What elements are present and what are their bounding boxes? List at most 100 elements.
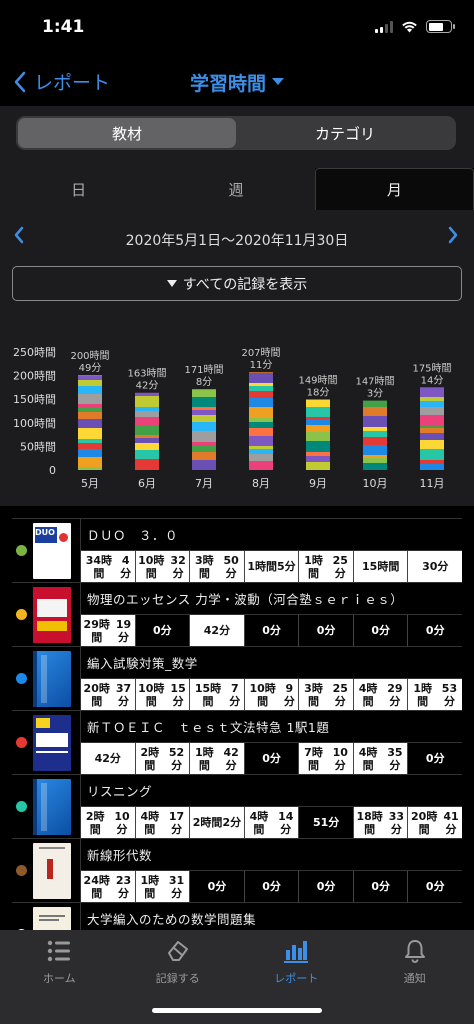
material-title: リスニング <box>87 784 153 800</box>
time-hours: 20時間 <box>411 809 438 836</box>
time-hours: 0分 <box>316 624 336 638</box>
monthly-time-cells: 42分 2時間 52分 1時間 42分 0分 7時間 10分 4時間 35分 0分 <box>81 742 462 774</box>
time-hours: 4時間 <box>249 809 269 836</box>
month-time-cell: 2時間 10分 <box>81 807 135 838</box>
time-minutes: 42分 <box>223 745 239 772</box>
segment-category[interactable]: カテゴリ <box>236 118 454 148</box>
bar-segment <box>420 433 444 440</box>
month-time-cell: 1時間 31分 <box>134 871 190 902</box>
bar-total-label: 14分 <box>421 374 444 386</box>
bar-segment <box>420 449 444 460</box>
list-item[interactable]: 新ＴＯＥＩＣ ｔｅｓｔ文法特急 1駅1題 42分 2時間 52分 1時間 42分 0分 7時間… <box>12 711 462 775</box>
tab-notifications[interactable]: 通知 <box>356 930 474 1024</box>
month-time-cell: 30分 <box>407 551 462 582</box>
y-tick-label: 100時間 <box>13 417 56 430</box>
time-minutes: 5分 <box>277 560 296 574</box>
month-time-cell: 1時間 5分 <box>243 551 299 582</box>
time-hours: 15時間 <box>362 560 400 574</box>
signal-icon <box>375 20 393 33</box>
bar-segment <box>363 437 387 445</box>
bar-segment <box>249 372 273 373</box>
bar-segment <box>78 467 102 470</box>
bar-segment <box>78 376 102 380</box>
month-time-cell: 4時間 17分 <box>134 807 190 838</box>
bar-segment <box>363 400 387 407</box>
month-time-cell: 1時間 42分 <box>189 743 244 774</box>
month-time-cell: 0分 <box>134 615 190 646</box>
time-hours: 10時間 <box>138 681 165 708</box>
bar-segment <box>249 391 273 398</box>
time-hours: 7時間 <box>304 745 323 772</box>
book-cover-image <box>33 714 71 771</box>
y-tick-label: 200時間 <box>13 370 56 383</box>
month-time-cell: 0分 <box>407 615 462 646</box>
list-item[interactable]: リスニング 2時間 10分 4時間 17分 2時間 2分 4時間 14分 51分 18時間 33分 20… <box>12 775 462 839</box>
month-time-cell: 18時間 33分 <box>352 807 408 838</box>
book-cover-image <box>33 586 71 643</box>
bar-segment <box>249 383 273 386</box>
date-range-row: 2020年5月1日〜2020年11月30日 <box>0 210 474 266</box>
time-hours: 0分 <box>425 752 445 766</box>
time-hours: 0分 <box>153 624 172 638</box>
materials-list[interactable]: DUO ＤＵＯ ３．０ 34時間 4分 10時間 32分 3時間 50分 1時間 5分 1時間 25分… <box>12 518 462 930</box>
time-hours: 42分 <box>94 752 121 766</box>
x-tick-label: 8月 <box>252 477 270 490</box>
bar-segment <box>78 375 102 376</box>
time-hours: 0分 <box>262 880 281 894</box>
material-title: 新ＴＯＥＩＣ ｔｅｓｔ文法特急 1駅1題 <box>87 720 330 736</box>
bar-segment <box>420 407 444 415</box>
bar-segment <box>420 460 444 464</box>
title-dropdown[interactable]: 学習時間 <box>0 69 474 96</box>
bar-segment <box>363 431 387 437</box>
color-dot <box>16 737 27 748</box>
page-title: 学習時間 <box>189 73 266 95</box>
month-time-cell: 0分 <box>298 615 353 646</box>
time-minutes: 25分 <box>332 553 348 580</box>
bar-total-label: 149時間 <box>298 375 337 387</box>
list-item[interactable]: 物理のエッセンス 力学・波動（河合塾ｓｅｒｉｅｓ） 29時間 19分 0分 42分 0分 0… <box>12 583 462 647</box>
y-tick-label: 50時間 <box>20 440 56 453</box>
month-time-cell: 42分 <box>81 743 135 774</box>
bar-segment <box>249 407 273 418</box>
list-item[interactable]: DUO ＤＵＯ ３．０ 34時間 4分 10時間 32分 3時間 50分 1時間 5分 1時間 25分… <box>12 519 462 583</box>
book-cover-image <box>33 778 71 835</box>
bar-segment <box>135 459 159 470</box>
time-minutes: 19分 <box>115 617 132 644</box>
segment-materials[interactable]: 教材 <box>18 118 236 148</box>
color-dot <box>16 865 27 876</box>
time-hours: 1時間 <box>304 553 323 580</box>
bar-segment <box>78 428 102 439</box>
time-minutes: 23分 <box>115 873 132 900</box>
bar-segment <box>135 450 159 459</box>
show-all-records-button[interactable]: すべての記録を表示 <box>12 266 462 301</box>
bar-segment <box>306 441 330 452</box>
bar-segment <box>135 396 159 407</box>
bar-segment <box>135 392 159 396</box>
month-time-cell: 0分 <box>407 743 462 774</box>
month-time-cell: 0分 <box>243 615 299 646</box>
x-tick-label: 5月 <box>81 477 99 490</box>
month-time-cell: 0分 <box>352 871 408 902</box>
material-detail: 新線形代数 24時間 23分 1時間 31分 0分 0分 0分 0分 0分 <box>80 839 462 902</box>
time-hours: 29時間 <box>83 617 110 644</box>
month-time-cell: 10時間 32分 <box>134 551 190 582</box>
stacked-bar-chart: 050時間100時間150時間200時間250時間5月200時間49分6月163… <box>13 346 452 490</box>
month-time-cell: 10時間 15分 <box>134 679 190 710</box>
tab-week[interactable]: 週 <box>157 168 315 210</box>
x-tick-label: 9月 <box>309 477 327 490</box>
list-item[interactable]: 大学編入のための数学問題集 <box>12 903 462 930</box>
tab-home[interactable]: ホーム <box>0 930 119 1024</box>
time-minutes: 53分 <box>441 681 458 708</box>
list-item[interactable]: 編入試験対策_数学 20時間 37分 10時間 15分 15時間 7分 10時間 9分 3時間 25… <box>12 647 462 711</box>
tab-month[interactable]: 月 <box>314 168 474 210</box>
time-minutes: 31分 <box>168 873 185 900</box>
bar-segment <box>363 455 387 458</box>
next-period-button[interactable] <box>448 226 458 244</box>
material-marker <box>12 839 80 902</box>
list-item[interactable]: 新線形代数 24時間 23分 1時間 31分 0分 0分 0分 0分 0分 <box>12 839 462 903</box>
bell-icon <box>404 940 425 963</box>
bar-segment <box>420 387 444 397</box>
tab-day[interactable]: 日 <box>0 168 158 210</box>
tab-report-label: レポート <box>274 972 319 985</box>
time-hours: 18時間 <box>356 809 383 836</box>
